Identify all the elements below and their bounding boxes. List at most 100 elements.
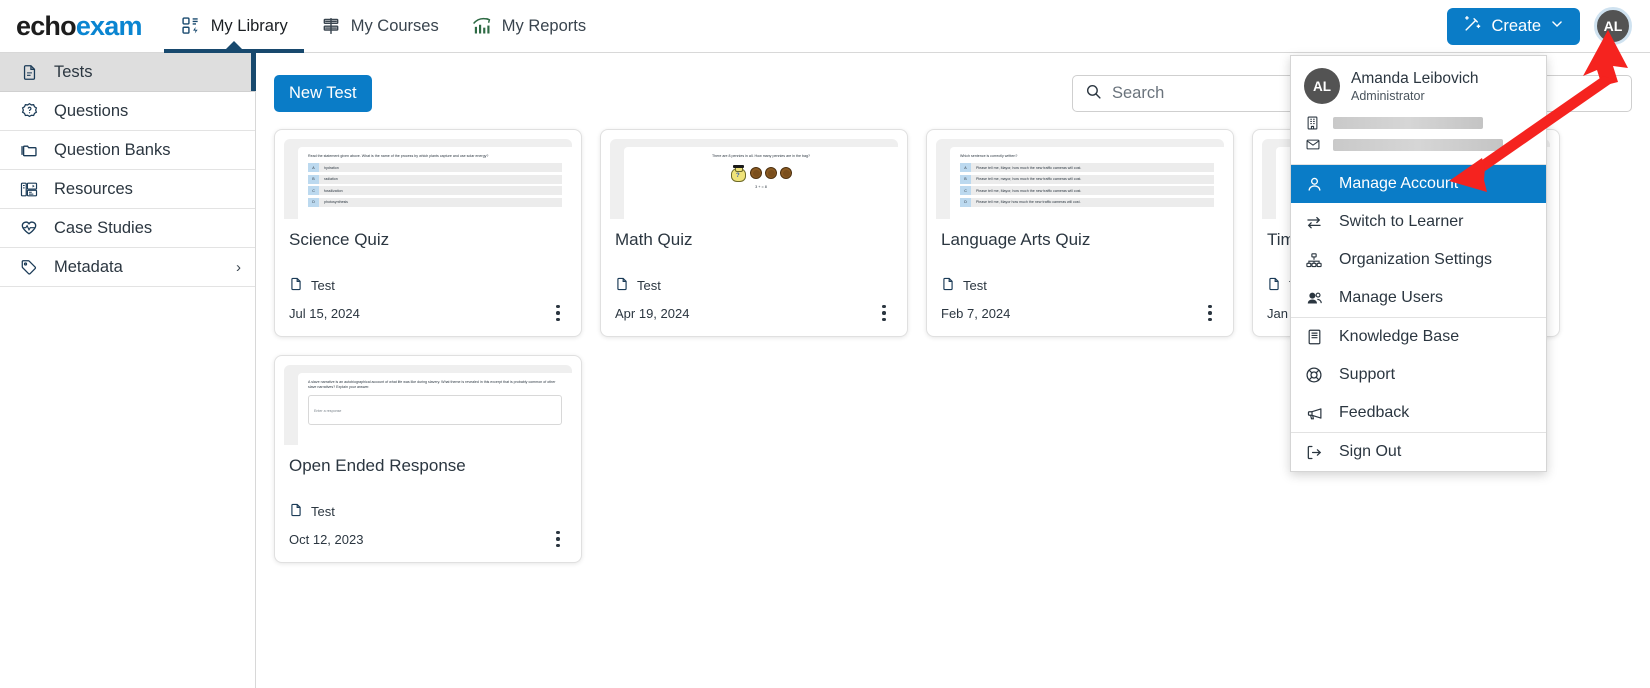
option-letter: D xyxy=(960,197,971,207)
card-date: Feb 7, 2024 xyxy=(941,305,1011,321)
card-date: Oct 12, 2023 xyxy=(289,531,364,547)
card-thumbnail: A slave narrative is an autobiographical… xyxy=(284,365,572,445)
thumbnail-option: C Please tell me, Mayor, how much the ne… xyxy=(960,186,1214,196)
sidebar-item-tests[interactable]: Tests xyxy=(0,53,256,92)
tab-my-reports[interactable]: My Reports xyxy=(455,0,602,53)
card-type-label: Test xyxy=(311,504,335,519)
card-footer: Feb 7, 2024 xyxy=(927,303,1233,323)
card-menu-button[interactable] xyxy=(875,303,893,323)
card-menu-button[interactable] xyxy=(549,529,567,549)
menu-item-switch-to-learner[interactable]: Switch to Learner xyxy=(1291,203,1546,241)
card-title: Language Arts Quiz xyxy=(941,230,1091,249)
top-bar-actions: Create AL xyxy=(1447,7,1650,45)
penny-icon xyxy=(780,166,792,179)
app-logo[interactable]: echoexam xyxy=(16,10,143,41)
test-card[interactable]: A slave narrative is an autobiographical… xyxy=(274,355,582,563)
option-text: Please tell me, Mayor how much the new t… xyxy=(976,200,1081,205)
card-thumbnail: Read the statement given above. What is … xyxy=(284,139,572,219)
sidebar-item-metadata[interactable]: Metadata › xyxy=(0,248,255,287)
penny-icon xyxy=(750,166,762,179)
response-box: Enter a response xyxy=(308,395,562,426)
book-icon xyxy=(1304,328,1324,346)
magic-wand-icon xyxy=(1463,14,1482,38)
users-icon xyxy=(1304,290,1324,307)
sidebar-item-question-banks[interactable]: Question Banks xyxy=(0,131,255,170)
tags-icon xyxy=(18,258,40,277)
card-menu-button[interactable] xyxy=(549,303,567,323)
menu-item-switch-to-learner-label: Switch to Learner xyxy=(1339,213,1464,230)
option-letter: B xyxy=(308,174,319,184)
coins-illustration: ? xyxy=(634,163,888,183)
dropdown-email-row xyxy=(1291,134,1546,155)
card-type-label: Test xyxy=(963,278,987,293)
tab-my-library[interactable]: My Library xyxy=(163,0,304,53)
avatar[interactable]: AL xyxy=(1594,7,1632,45)
sidebar-item-resources[interactable]: Resources xyxy=(0,170,255,209)
menu-item-feedback-label: Feedback xyxy=(1339,404,1410,421)
option-text: Please tell me, Mayor, how much the new … xyxy=(976,165,1082,170)
create-button[interactable]: Create xyxy=(1447,7,1580,45)
switch-arrows-icon xyxy=(1304,214,1324,231)
top-navigation-bar: echoexam My Library My Courses My Report… xyxy=(0,0,1650,53)
folders-icon xyxy=(18,141,40,160)
equation-text: 3 + = 8 xyxy=(755,185,767,190)
card-title: Open Ended Response xyxy=(289,456,466,475)
card-footer: Jul 15, 2024 xyxy=(275,303,581,323)
thumbnail-question: A slave narrative is an autobiographical… xyxy=(308,380,556,390)
menu-item-manage-users[interactable]: Manage Users xyxy=(1291,279,1546,317)
reports-icon xyxy=(471,15,493,37)
menu-item-knowledge-base-label: Knowledge Base xyxy=(1339,328,1460,345)
test-card[interactable]: Read the statement given above. What is … xyxy=(274,129,582,337)
resources-icon xyxy=(18,180,40,199)
nav-tabs: My Library My Courses My Reports xyxy=(163,0,602,53)
option-letter: A xyxy=(960,163,971,173)
card-menu-button[interactable] xyxy=(1201,303,1219,323)
lifebuoy-icon xyxy=(1304,366,1324,384)
thumbnail-sheet: Read the statement given above. What is … xyxy=(298,147,572,219)
user-icon xyxy=(1304,176,1324,193)
menu-item-support-label: Support xyxy=(1339,366,1396,383)
menu-item-manage-account[interactable]: Manage Account xyxy=(1291,165,1546,203)
account-dropdown-menu: AL Amanda Leibovich Administrator Manage… xyxy=(1290,55,1547,472)
response-placeholder: Enter a response xyxy=(314,409,342,414)
tab-my-courses[interactable]: My Courses xyxy=(304,0,455,53)
heartbeat-icon xyxy=(18,219,40,238)
card-thumbnail: There are 8 pennies in all. How many pen… xyxy=(610,139,898,219)
sidebar-item-questions-label: Questions xyxy=(54,101,129,120)
envelope-icon xyxy=(1304,137,1321,152)
document-icon xyxy=(615,276,629,295)
card-title: Math Quiz xyxy=(615,230,693,249)
chevron-right-icon: › xyxy=(236,258,241,276)
option-text: Please tell me, mayor, how much the new … xyxy=(976,177,1082,182)
sidebar-item-case-studies-label: Case Studies xyxy=(54,218,153,237)
tab-my-library-label: My Library xyxy=(210,16,288,35)
sidebar-item-case-studies[interactable]: Case Studies xyxy=(0,209,255,248)
menu-item-organization-settings[interactable]: Organization Settings xyxy=(1291,241,1546,279)
new-test-button[interactable]: New Test xyxy=(274,75,372,112)
option-text: fossilization xyxy=(324,188,343,193)
card-type: Test xyxy=(275,502,581,521)
test-card[interactable]: Which sentence is correctly written? A P… xyxy=(926,129,1234,337)
sidebar-item-questions[interactable]: Questions xyxy=(0,92,255,131)
active-tab-underline xyxy=(163,40,304,53)
thumbnail-option: C fossilization xyxy=(308,186,562,196)
thumbnail-sheet: Which sentence is correctly written? A P… xyxy=(950,147,1224,219)
option-text: radiation xyxy=(324,177,338,182)
card-footer: Oct 12, 2023 xyxy=(275,529,581,549)
menu-item-sign-out[interactable]: Sign Out xyxy=(1291,433,1546,471)
menu-item-manage-users-label: Manage Users xyxy=(1339,289,1444,306)
card-type-label: Test xyxy=(311,278,335,293)
menu-item-support[interactable]: Support xyxy=(1291,356,1546,394)
menu-item-feedback[interactable]: Feedback xyxy=(1291,394,1546,432)
thumbnail-option: D Please tell me, Mayor how much the new… xyxy=(960,197,1214,207)
sidebar-item-tests-label: Tests xyxy=(54,62,93,81)
card-title: Science Quiz xyxy=(289,230,390,249)
logo-part-exam: exam xyxy=(75,10,143,41)
menu-item-knowledge-base[interactable]: Knowledge Base xyxy=(1291,318,1546,356)
dropdown-user-role: Administrator xyxy=(1351,88,1425,103)
test-card[interactable]: There are 8 pennies in all. How many pen… xyxy=(600,129,908,337)
sidebar-item-question-banks-label: Question Banks xyxy=(54,140,171,159)
sidebar-item-resources-label: Resources xyxy=(54,179,133,198)
option-letter: B xyxy=(960,174,971,184)
thumbnail-option: A hydration xyxy=(308,163,562,173)
